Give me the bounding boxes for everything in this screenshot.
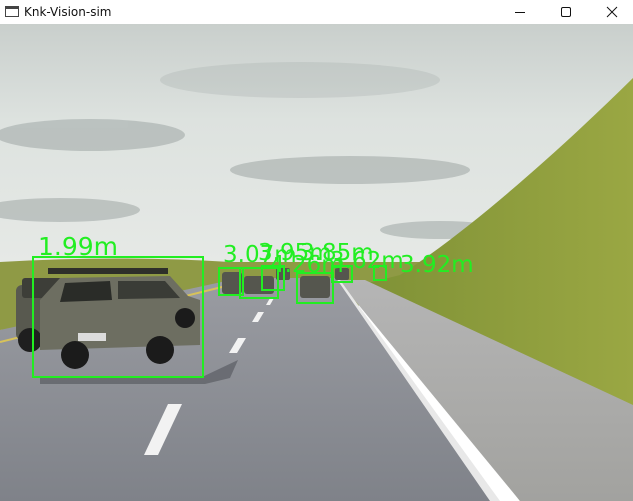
app-icon — [5, 6, 19, 17]
window-title: Knk-Vision-sim — [24, 5, 112, 19]
simulation-viewport[interactable]: 1.99m 3.07m 3.95m 3.85m 3.62m 4.26m 3.92… — [0, 24, 633, 501]
maximize-button[interactable] — [543, 0, 589, 24]
maximize-icon — [561, 7, 571, 17]
minimize-icon — [515, 12, 525, 13]
app-window: Knk-Vision-sim 1.99m 3.07m 3.95m 3.85m 3… — [0, 0, 633, 501]
close-button[interactable] — [589, 0, 633, 24]
minimize-button[interactable] — [497, 0, 543, 24]
detection-label: 1.99m — [38, 232, 119, 261]
title-bar[interactable]: Knk-Vision-sim — [0, 0, 633, 24]
close-icon — [606, 6, 618, 18]
detection-label: 3.92m — [400, 252, 474, 278]
detection-label: 4.26m — [270, 252, 344, 278]
